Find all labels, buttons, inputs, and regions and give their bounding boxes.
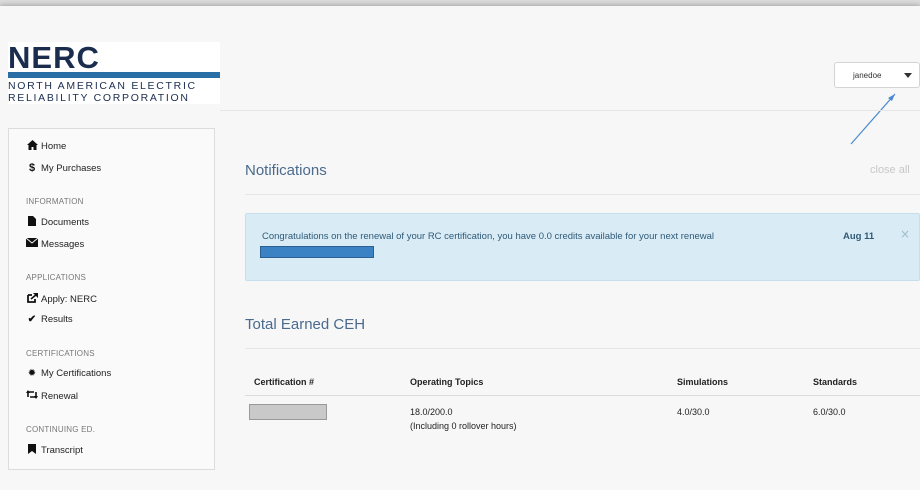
sidebar-item-documents[interactable]: Documents (26, 216, 89, 229)
sidebar-item-label: Home (41, 141, 67, 152)
column-header-simulations: Simulations (677, 377, 729, 387)
caret-down-icon (904, 73, 912, 78)
logo-tagline-2: RELIABILITY CORPORATION (8, 92, 190, 104)
badge-icon: ✹ (27, 368, 37, 379)
external-edit-icon (26, 293, 38, 306)
username-label: janedoe (853, 71, 882, 80)
redacted-certification-number (249, 404, 327, 420)
header-divider (220, 110, 920, 111)
notification-alert: Congratulations on the renewal of your R… (245, 213, 920, 281)
app-window: NERC NORTH AMERICAN ELECTRIC RELIABILITY… (0, 6, 920, 490)
logo-stripe (8, 72, 220, 78)
sidebar-item-home[interactable]: Home (26, 140, 66, 153)
bookmark-icon (26, 444, 38, 457)
alert-date: Aug 11 (843, 231, 875, 242)
alert-message: Congratulations on the renewal of your R… (262, 231, 715, 242)
notifications-heading: Notifications (245, 162, 327, 179)
notifications-divider (245, 194, 920, 195)
sidebar-item-label: Renewal (41, 390, 78, 402)
nerc-logo[interactable]: NERC NORTH AMERICAN ELECTRIC RELIABILITY… (8, 42, 220, 104)
sidebar-item-label: Transcript (41, 445, 83, 456)
ceh-divider (245, 348, 920, 349)
sidebar-item-results[interactable]: ✔ Results (26, 314, 73, 325)
dollar-icon: $ (28, 162, 36, 174)
sidebar-section-certifications: CERTIFICATIONS (26, 349, 95, 358)
cell-operating-note: (Including 0 rollover hours) (410, 421, 517, 431)
cell-simulations: 4.0/30.0 (677, 407, 710, 417)
sidebar-section-information: INFORMATION (26, 197, 84, 206)
document-icon (26, 216, 38, 229)
sidebar-item-label: Results (41, 314, 73, 325)
close-all-link[interactable]: close all (870, 164, 910, 176)
sidebar-item-transcript[interactable]: Transcript (26, 444, 83, 457)
sidebar-section-applications: APPLICATIONS (26, 273, 87, 282)
cell-standards: 6.0/30.0 (813, 407, 846, 417)
table-header-divider (245, 395, 920, 396)
sidebar-item-label: Apply: NERC (41, 294, 97, 305)
cell-operating-topics: 18.0/200.0 (410, 407, 453, 417)
envelope-icon (25, 237, 39, 250)
sidebar-item-label: Messages (41, 238, 85, 250)
logo-tagline-1: NORTH AMERICAN ELECTRIC (8, 80, 197, 92)
close-icon[interactable]: × (900, 227, 910, 241)
column-header-certification: Certification # (254, 377, 315, 387)
sidebar-item-my-certifications[interactable]: ✹ My Certifications (26, 368, 111, 379)
sidebar-item-messages[interactable]: Messages (25, 237, 85, 250)
check-icon: ✔ (27, 314, 37, 325)
retweet-icon (26, 390, 38, 402)
sidebar-item-purchases[interactable]: $ My Purchases (26, 162, 101, 174)
column-header-standards: Standards (813, 377, 858, 387)
sidebar-item-renewal[interactable]: Renewal (26, 390, 78, 402)
home-icon (26, 140, 38, 153)
column-header-operating-topics: Operating Topics (410, 377, 484, 387)
sidebar-section-continuing-ed: CONTINUING ED. (26, 425, 96, 434)
annotation-arrow (850, 93, 896, 145)
sidebar-item-label: Documents (41, 217, 90, 228)
sidebar-item-apply[interactable]: Apply: NERC (26, 293, 97, 306)
ceh-heading: Total Earned CEH (245, 316, 366, 333)
user-menu-dropdown[interactable]: janedoe (834, 62, 920, 88)
sidebar-item-label: My Purchases (41, 162, 102, 174)
sidebar-item-label: My Certifications (41, 368, 112, 379)
logo-wordmark: NERC (8, 40, 100, 75)
alert-action-button[interactable] (260, 246, 374, 258)
